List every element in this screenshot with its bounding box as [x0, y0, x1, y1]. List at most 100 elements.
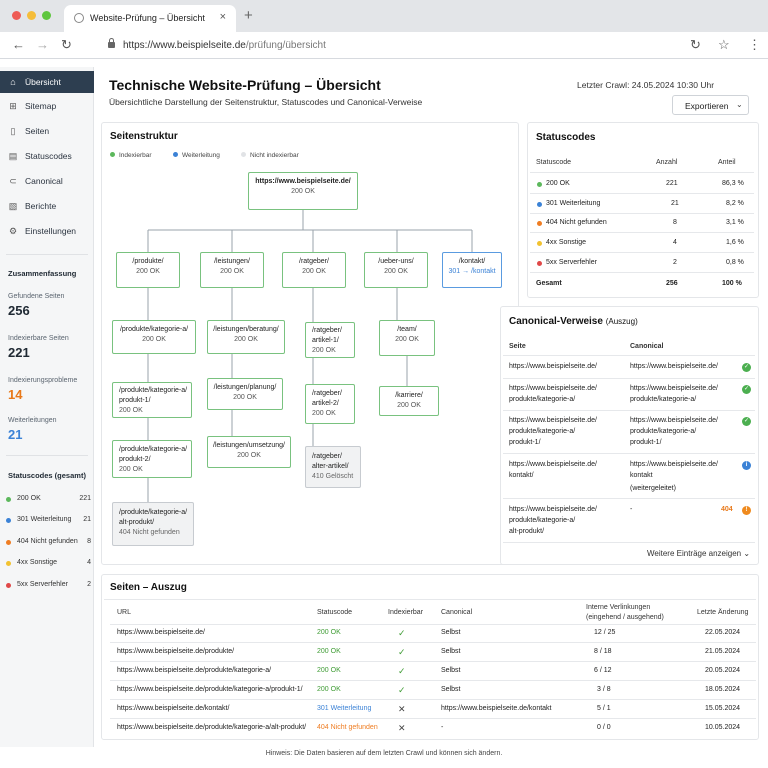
tree-node[interactable]: /karriere/200 OK: [379, 386, 439, 416]
node-status: 200 OK: [142, 336, 166, 343]
divider: [503, 378, 755, 379]
tree-node[interactable]: /leistungen/umsetzung/200 OK: [207, 436, 291, 468]
node-path: /ueber-uns/: [378, 258, 414, 265]
divider: [110, 680, 756, 681]
status-count: 2: [673, 259, 677, 266]
tree-node[interactable]: /leistungen/beratung/200 OK: [207, 320, 285, 354]
tree-node-produkte[interactable]: /produkte/200 OK: [116, 252, 180, 288]
tree-node[interactable]: /leistungen/planung/200 OK: [207, 378, 283, 410]
node-path: /produkte/kategorie-a/produkt-1/: [119, 387, 188, 404]
status-dot: [537, 241, 542, 246]
check-icon: ✓: [398, 685, 406, 695]
node-status: 200 OK: [291, 188, 315, 195]
check-icon: ✓: [742, 363, 751, 372]
tree-node-root[interactable]: https://www.beispielseite.de/200 OK: [248, 172, 358, 210]
node-path: /ratgeber/artikel-2/: [312, 390, 342, 407]
canonical-page: produkt-1/: [509, 439, 541, 446]
node-status: 200 OK: [234, 336, 258, 343]
divider: [110, 661, 756, 662]
column-header: Anzahl: [656, 159, 678, 166]
tree-node-ueber-uns[interactable]: /ueber-uns/200 OK: [364, 252, 428, 288]
tree-node[interactable]: /ratgeber/artikel-1/200 OK: [305, 322, 355, 358]
status-dot: [537, 202, 542, 207]
cell-url[interactable]: https://www.beispielseite.de/produkte/ka…: [117, 724, 306, 731]
tree-node[interactable]: /team/200 OK: [379, 320, 435, 356]
tree-node[interactable]: /ratgeber/artikel-2/200 OK: [305, 384, 355, 424]
node-path: /leistungen/: [214, 258, 250, 265]
check-icon: ✓: [742, 385, 751, 394]
divider: [530, 232, 754, 233]
node-path: /produkte/kategorie-a/alt-produkt/: [119, 509, 188, 526]
cell-status: 200 OK: [317, 648, 341, 655]
canonical-title: Canonical-Verweise (Auszug): [509, 316, 638, 327]
canonical-page: https://www.beispielseite.de/: [509, 363, 597, 370]
node-status: 200 OK: [384, 268, 408, 275]
check-icon: ✓: [398, 628, 406, 638]
divider: [104, 599, 756, 600]
column-header-links: Interne Verlinkungen: [586, 604, 651, 611]
node-status: 200 OK: [302, 268, 326, 275]
tree-node[interactable]: /ratgeber/alter-artikel/410 Gelöscht: [305, 446, 361, 488]
node-status: 200 OK: [233, 394, 257, 401]
cell-url[interactable]: https://www.beispielseite.de/produkte/ka…: [117, 667, 271, 674]
node-status: 200 OK: [312, 347, 336, 354]
node-status: 200 OK: [397, 402, 421, 409]
cell-canonical: Selbst: [441, 667, 461, 674]
node-status: 200 OK: [220, 268, 244, 275]
tree-node-ratgeber[interactable]: /ratgeber/200 OK: [282, 252, 346, 288]
canonical-target: https://www.beispielseite.de/: [630, 363, 718, 370]
cell-url[interactable]: https://www.beispielseite.de/produkte/: [117, 648, 234, 655]
node-path: /kontakt/: [458, 258, 486, 265]
canonical-page: https://www.beispielseite.de/: [509, 506, 597, 513]
tree-node-leistungen[interactable]: /leistungen/200 OK: [200, 252, 264, 288]
node-path: /produkte/kategorie-a/produkt-2/: [119, 446, 188, 463]
cell-status: 404 Nicht gefunden: [317, 724, 378, 731]
column-header: Statuscode: [536, 159, 572, 166]
chevron-down-icon: ⌄: [743, 549, 751, 558]
divider: [530, 213, 754, 214]
total-count: 256: [666, 280, 678, 287]
canonical-target: https://www.beispielseite.de/: [630, 461, 718, 468]
cell-canonical: -: [441, 724, 444, 731]
status-code: 404 Nicht gefunden: [546, 219, 607, 226]
canonical-page: https://www.beispielseite.de/: [509, 461, 597, 468]
check-icon: ✓: [742, 417, 751, 426]
column-header: Anteil: [718, 159, 736, 166]
divider: [530, 252, 754, 253]
canonical-target: https://www.beispielseite.de/: [630, 417, 718, 424]
status-share: 0,8 %: [726, 259, 744, 266]
canonical-target: https://www.beispielseite.de/: [630, 385, 718, 392]
cell-canonical: https://www.beispielseite.de/kontakt: [441, 705, 552, 712]
status-share: 3,1 %: [726, 219, 744, 226]
canonical-page: produkte/kategorie-a/: [509, 517, 576, 524]
canonical-status-code: 404: [721, 506, 733, 513]
cell-url[interactable]: https://www.beispielseite.de/produkte/ka…: [117, 686, 303, 693]
status-dot: [537, 221, 542, 226]
tree-node[interactable]: /produkte/kategorie-a/200 OK: [112, 320, 196, 354]
status-count: 8: [673, 219, 677, 226]
statuscodes-title: Statuscodes: [536, 132, 596, 143]
tree-node[interactable]: /produkte/kategorie-a/produkt-2/200 OK: [112, 440, 192, 478]
tree-node[interactable]: /produkte/kategorie-a/alt-produkt/404 Ni…: [112, 502, 194, 546]
divider: [503, 498, 755, 499]
divider: [530, 193, 754, 194]
node-status: 200 OK: [395, 336, 419, 343]
status-code: 4xx Sonstige: [546, 239, 587, 246]
status-code: 301 Weiterleitung: [546, 200, 601, 207]
cell-url[interactable]: https://www.beispielseite.de/: [117, 629, 205, 636]
more-entries-link[interactable]: Weitere Einträge anzeigen ⌄: [647, 549, 750, 558]
pages-title: Seiten – Auszug: [110, 582, 187, 593]
tree-node[interactable]: /produkte/kategorie-a/produkt-1/200 OK: [112, 382, 192, 418]
canonical-page: kontakt/: [509, 472, 534, 479]
cell-status: 200 OK: [317, 667, 341, 674]
column-header: Canonical: [630, 343, 664, 350]
cell-date: 20.05.2024: [705, 667, 741, 674]
cell-canonical: Selbst: [441, 648, 461, 655]
canonical-page: produkte/kategorie-a/: [509, 396, 576, 403]
cell-url[interactable]: https://www.beispielseite.de/kontakt/: [117, 705, 229, 712]
node-path: https://www.beispielseite.de/: [255, 178, 351, 185]
node-path: /leistungen/beratung/: [213, 326, 279, 333]
tree-node-kontakt[interactable]: /kontakt/301 → /kontakt: [442, 252, 502, 288]
canonical-page: produkte/kategorie-a/: [509, 428, 576, 435]
node-path: /leistungen/planung/: [213, 384, 277, 391]
